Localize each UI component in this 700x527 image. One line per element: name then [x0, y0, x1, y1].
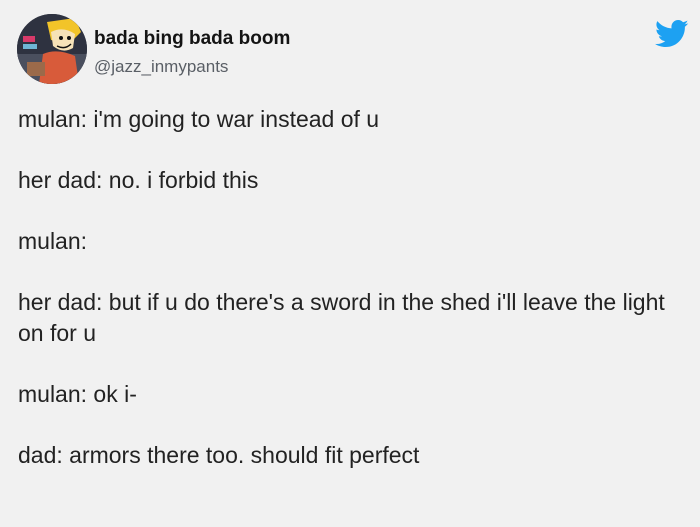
display-name[interactable]: bada bing bada boom [94, 27, 290, 51]
tweet-header: bada bing bada boom @jazz_inmypants [17, 14, 700, 86]
tweet-body: mulan: i'm going to war instead of u her… [18, 104, 688, 471]
tweet-line: her dad: no. i forbid this [18, 167, 259, 193]
user-handle[interactable]: @jazz_inmypants [94, 55, 290, 79]
tweet-line: dad: armors there too. should fit perfec… [18, 442, 420, 468]
author-names: bada bing bada boom @jazz_inmypants [94, 27, 290, 79]
twitter-bird-icon[interactable] [655, 19, 689, 49]
cartoon-avatar-icon [17, 14, 87, 84]
avatar[interactable] [17, 14, 87, 84]
tweet-line: mulan: i'm going to war instead of u [18, 106, 380, 132]
tweet-line: her dad: but if u do there's a sword in … [18, 289, 665, 346]
tweet-line: mulan: ok i- [18, 381, 137, 407]
tweet-line: mulan: [18, 228, 88, 254]
tweet-card: bada bing bada boom @jazz_inmypants mula… [0, 0, 700, 527]
